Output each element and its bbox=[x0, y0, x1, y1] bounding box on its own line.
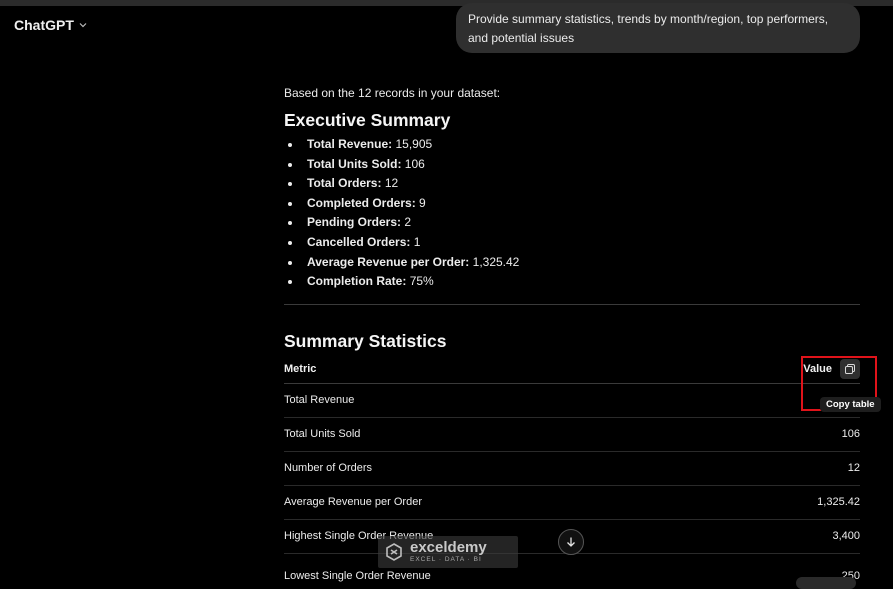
list-item: Completion Rate: 75% bbox=[284, 272, 860, 292]
response-intro: Based on the 12 records in your dataset: bbox=[284, 86, 501, 100]
app-title: ChatGPT bbox=[14, 17, 74, 33]
copy-table-tooltip: Copy table bbox=[820, 397, 881, 412]
summary-statistics-heading: Summary Statistics bbox=[284, 330, 447, 351]
list-item: Total Revenue: 15,905 bbox=[284, 135, 860, 155]
column-header-metric: Metric bbox=[284, 363, 317, 376]
table-cell-value: 106 bbox=[841, 428, 860, 441]
table-cell-metric: Lowest Single Order Revenue bbox=[284, 570, 431, 582]
list-item: Total Units Sold: 106 bbox=[284, 155, 860, 175]
table-row: Average Revenue per Order 1,325.42 bbox=[284, 486, 860, 520]
table-cell-value: 3,400 bbox=[832, 530, 860, 543]
executive-summary-heading: Executive Summary bbox=[284, 110, 451, 130]
list-item: Average Revenue per Order: 1,325.42 bbox=[284, 253, 860, 273]
table-cell-metric: Number of Orders bbox=[284, 462, 373, 475]
arrow-down-icon bbox=[567, 537, 575, 547]
list-item: Cancelled Orders: 1 bbox=[284, 233, 860, 253]
assistant-response: Based on the 12 records in your dataset:… bbox=[284, 84, 860, 554]
table-row: Number of Orders 12 bbox=[284, 452, 860, 486]
table-header: Metric Value bbox=[284, 356, 860, 384]
table-row: Total Units Sold 106 bbox=[284, 418, 860, 452]
exceldemy-logo-icon bbox=[386, 543, 402, 561]
list-item: Pending Orders: 2 bbox=[284, 213, 860, 233]
table-cell-value: 12 bbox=[847, 462, 860, 475]
list-item: Total Orders: 12 bbox=[284, 174, 860, 194]
table-cell-value: 1,325.42 bbox=[817, 496, 860, 509]
watermark-text: exceldemy EXCEL · DATA · BI bbox=[410, 540, 487, 564]
watermark-tagline: EXCEL · DATA · BI bbox=[410, 556, 482, 564]
table-cell-metric: Total Revenue bbox=[284, 394, 355, 407]
chevron-down-icon bbox=[79, 23, 87, 28]
table-row: Total Revenue bbox=[284, 384, 860, 418]
composer-edge bbox=[796, 577, 856, 589]
user-message-bubble: Provide summary statistics, trends by mo… bbox=[456, 3, 860, 53]
watermark-name: exceldemy bbox=[410, 539, 487, 557]
watermark: exceldemy EXCEL · DATA · BI bbox=[378, 536, 518, 568]
table-cell-metric: Total Units Sold bbox=[284, 428, 361, 441]
table-cell-metric: Average Revenue per Order bbox=[284, 496, 422, 509]
table-row-partial: Lowest Single Order Revenue 250 bbox=[284, 565, 860, 583]
list-item: Completed Orders: 9 bbox=[284, 194, 860, 214]
executive-summary-list: Total Revenue: 15,905 Total Units Sold: … bbox=[284, 135, 860, 292]
model-selector[interactable]: ChatGPT bbox=[14, 17, 88, 33]
scroll-to-bottom-button[interactable] bbox=[558, 529, 584, 555]
section-divider bbox=[284, 303, 860, 305]
user-message-text: Provide summary statistics, trends by mo… bbox=[468, 12, 829, 45]
